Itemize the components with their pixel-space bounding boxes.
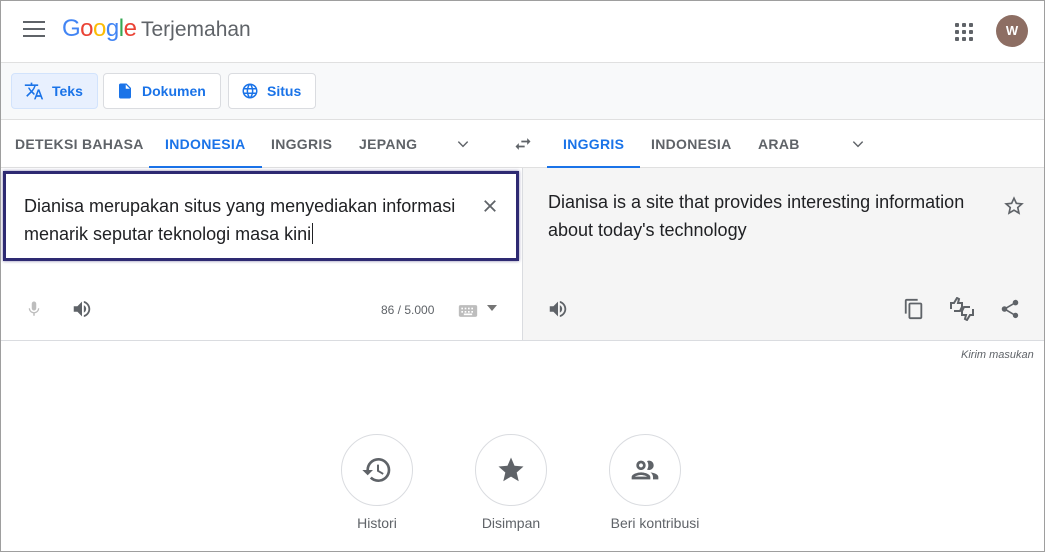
mode-button-document[interactable]: Dokumen xyxy=(103,73,221,109)
rate-translation-icon[interactable] xyxy=(948,297,976,321)
translate-window: Google Terjemahan W Teks Dokumen Situs D… xyxy=(0,0,1045,552)
contribute-label: Beri kontribusi xyxy=(610,515,700,531)
menu-icon[interactable] xyxy=(23,21,45,39)
header: Google Terjemahan W xyxy=(1,1,1044,63)
source-lang-indonesian[interactable]: INDONESIA xyxy=(149,120,261,168)
source-textarea[interactable]: Dianisa merupakan situs yang menyediakan… xyxy=(24,192,464,248)
target-lang-english[interactable]: INGGRIS xyxy=(546,120,641,168)
speaker-icon[interactable] xyxy=(71,298,93,320)
history-icon xyxy=(362,458,391,482)
close-icon[interactable] xyxy=(481,197,499,215)
keyboard-icon[interactable] xyxy=(458,303,478,319)
send-feedback-link[interactable]: Kirim masukan xyxy=(961,349,1034,361)
text-cursor xyxy=(312,223,314,244)
saved-button[interactable] xyxy=(475,434,547,506)
target-lang-arabic[interactable]: ARAB xyxy=(758,120,800,168)
star-filled-icon xyxy=(498,457,524,482)
saved-label: Disimpan xyxy=(481,515,541,531)
swap-languages-icon[interactable] xyxy=(512,134,534,154)
star-outline-icon[interactable] xyxy=(1003,195,1025,217)
mode-button-site[interactable]: Situs xyxy=(228,73,317,109)
translation-output: Dianisa is a site that provides interest… xyxy=(548,192,965,240)
document-icon xyxy=(119,83,131,99)
chevron-down-icon[interactable] xyxy=(851,137,865,151)
share-icon[interactable] xyxy=(999,298,1021,320)
product-name[interactable]: Terjemahan xyxy=(141,18,251,42)
caret-down-icon[interactable] xyxy=(487,304,497,312)
contribute-button[interactable] xyxy=(609,434,681,506)
globe-icon xyxy=(242,83,258,99)
character-counter: 86 / 5.000 xyxy=(381,303,435,317)
microphone-icon[interactable] xyxy=(25,298,43,320)
speaker-icon[interactable] xyxy=(547,298,569,320)
source-lang-english[interactable]: INGGRIS xyxy=(271,120,332,168)
chevron-down-icon[interactable] xyxy=(456,137,470,151)
source-input-highlight[interactable]: Dianisa merupakan situs yang menyediakan… xyxy=(3,171,519,261)
target-lang-indonesian[interactable]: INDONESIA xyxy=(651,120,732,168)
people-icon xyxy=(631,460,659,480)
mode-bar: Teks Dokumen Situs xyxy=(1,63,1044,120)
google-logo[interactable]: Google xyxy=(62,15,137,43)
apps-grid-icon[interactable] xyxy=(955,23,973,41)
mode-button-text[interactable]: Teks xyxy=(11,73,98,109)
avatar[interactable]: W xyxy=(996,15,1028,47)
copy-icon[interactable] xyxy=(903,297,925,321)
source-lang-japanese[interactable]: JEPANG xyxy=(359,120,417,168)
source-lang-detect[interactable]: DETEKSI BAHASA xyxy=(15,120,144,168)
history-label: Histori xyxy=(357,515,397,531)
history-button[interactable] xyxy=(341,434,413,506)
language-bar: DETEKSI BAHASA INDONESIA INGGRIS JEPANG … xyxy=(1,120,1044,168)
translate-icon xyxy=(24,82,44,100)
